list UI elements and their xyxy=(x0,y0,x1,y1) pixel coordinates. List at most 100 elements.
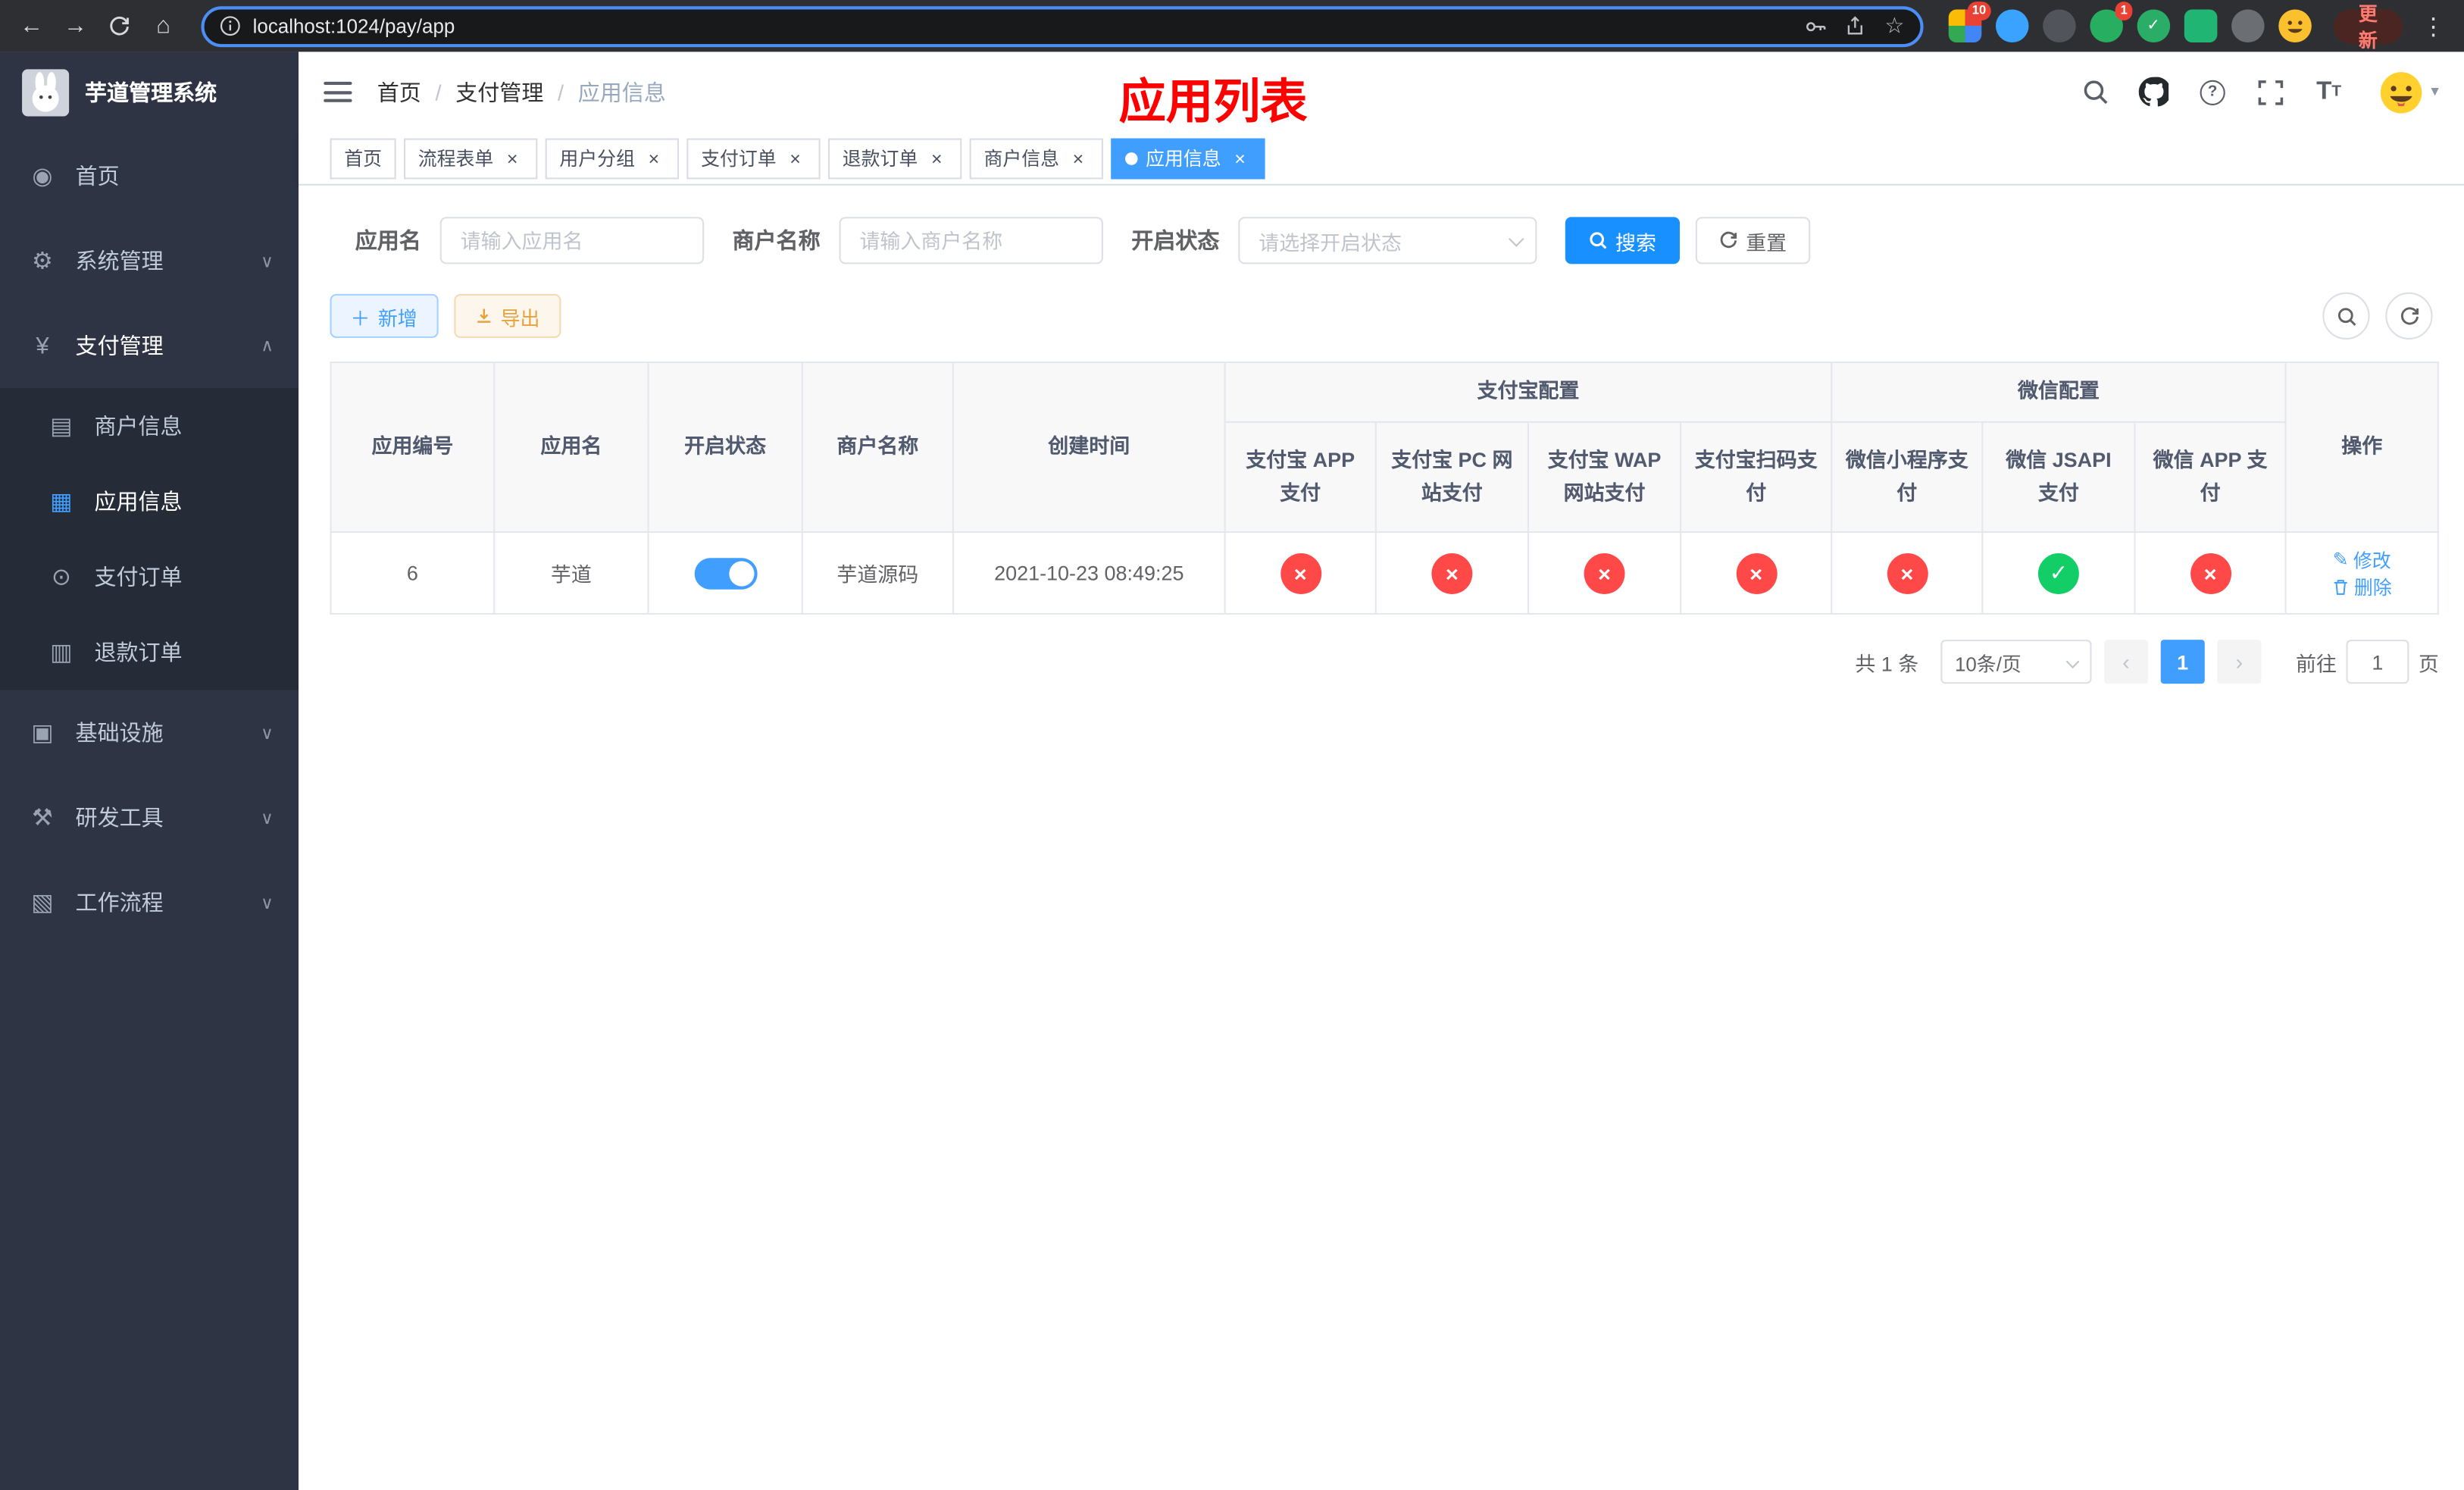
next-page-button[interactable]: › xyxy=(2217,640,2262,684)
sidebar-item-workflow[interactable]: ▧ 工作流程 ∨ xyxy=(0,859,299,944)
extension-grid-icon[interactable]: 10 xyxy=(1948,2,1991,42)
col-status: 开启状态 xyxy=(647,362,803,534)
tab-merchant-info[interactable]: 商户信息 × xyxy=(969,137,1104,179)
sidebar-item-label: 研发工具 xyxy=(75,804,164,831)
status-select[interactable]: 请选择开启状态 xyxy=(1238,217,1537,265)
sidebar-subitem-refund-order[interactable]: ▥ 退款订单 xyxy=(0,615,299,690)
add-button[interactable]: ＋ 新增 xyxy=(330,293,438,338)
alipay-qr-status-icon: × xyxy=(1735,552,1777,593)
page-size-select[interactable]: 10条/页 xyxy=(1940,640,2092,684)
chevron-down-icon xyxy=(2065,655,2080,668)
sidebar-item-payment[interactable]: ¥ 支付管理 ∨ xyxy=(0,303,299,388)
tab-user-group[interactable]: 用户分组 × xyxy=(545,137,680,179)
font-size-icon[interactable]: TT xyxy=(2312,75,2347,110)
search-button[interactable]: 搜索 xyxy=(1565,217,1681,265)
navbar: 首页 / 支付管理 / 应用信息 应用列表 ? T T ▾ xyxy=(299,52,2464,133)
sidebar-subitem-merchant-info[interactable]: ▤ 商户信息 xyxy=(0,388,299,464)
tab-pay-order[interactable]: 支付订单 × xyxy=(686,137,821,179)
alipay-app-status-icon: × xyxy=(1280,552,1321,593)
page-number-1[interactable]: 1 xyxy=(2160,640,2205,684)
sidebar-toggle-icon[interactable] xyxy=(324,81,352,102)
tab-app-info[interactable]: 应用信息 × xyxy=(1111,137,1265,179)
tab-close-icon[interactable]: × xyxy=(502,147,524,169)
bookmark-star-icon[interactable]: ☆ xyxy=(1884,13,1904,39)
grid-icon: ▦ xyxy=(50,489,73,516)
tab-close-icon[interactable]: × xyxy=(643,147,664,169)
tab-close-icon[interactable]: × xyxy=(1067,147,1089,169)
refresh-table-button[interactable] xyxy=(2385,292,2433,340)
tab-close-icon[interactable]: × xyxy=(784,147,806,169)
search-icon[interactable] xyxy=(2079,75,2114,110)
sidebar-item-infrastructure[interactable]: ▣ 基础设施 ∨ xyxy=(0,690,299,775)
tab-process-form[interactable]: 流程表单 × xyxy=(404,137,538,179)
browser-menu-icon[interactable]: ⋮ xyxy=(2416,12,2452,40)
extension-drop-icon[interactable] xyxy=(1995,9,2029,42)
status-toggle[interactable] xyxy=(693,557,757,589)
tab-close-icon[interactable]: × xyxy=(926,147,948,169)
navbar-right-menu: ? TT ▾ xyxy=(2079,70,2439,114)
browser-home-button[interactable]: ⌂ xyxy=(145,5,183,46)
sidebar-logo[interactable]: 芋道管理系统 xyxy=(0,52,299,133)
wechat-mini-cell: × xyxy=(1831,531,1984,615)
delete-link[interactable]: 删除 xyxy=(2332,573,2392,599)
download-icon xyxy=(477,308,490,323)
extension-dark-icon[interactable] xyxy=(2042,9,2076,42)
goto-page-input[interactable] xyxy=(2346,640,2409,684)
chevron-down-icon: ∨ xyxy=(261,809,274,828)
github-icon[interactable] xyxy=(2137,75,2172,110)
url-bar[interactable]: localhost:1024/pay/app ☆ xyxy=(201,5,1924,47)
extension-square-icon[interactable] xyxy=(2184,9,2218,42)
status-cell xyxy=(647,531,803,615)
avatar-emoji xyxy=(2380,71,2422,113)
sidebar-item-label: 首页 xyxy=(75,163,120,189)
card-icon: ▤ xyxy=(50,413,73,440)
tab-close-icon[interactable]: × xyxy=(1229,147,1251,169)
toggle-search-button[interactable] xyxy=(2322,292,2370,340)
browser-back-button[interactable]: ← xyxy=(13,5,51,46)
breadcrumb-separator: / xyxy=(435,79,442,105)
breadcrumb-payment[interactable]: 支付管理 xyxy=(455,77,543,108)
tab-home[interactable]: 首页 xyxy=(330,137,396,179)
actions-cell: ✎ 修改 删除 xyxy=(2284,531,2439,615)
breadcrumb-home[interactable]: 首页 xyxy=(377,77,421,108)
share-icon[interactable] xyxy=(1846,16,1866,36)
tab-refund-order[interactable]: 退款订单 × xyxy=(828,137,962,179)
sidebar-item-devtools[interactable]: ⚒ 研发工具 ∨ xyxy=(0,775,299,859)
edit-link[interactable]: ✎ 修改 xyxy=(2333,546,2391,573)
password-key-icon[interactable] xyxy=(1805,15,1827,37)
fullscreen-icon[interactable] xyxy=(2253,75,2288,110)
tab-label: 支付订单 xyxy=(701,147,777,170)
sidebar-item-system[interactable]: ⚙ 系统管理 ∨ xyxy=(0,218,299,303)
page-title: 应用列表 xyxy=(1118,77,1308,130)
chevron-down-icon: ∨ xyxy=(261,252,274,271)
sidebar-item-label: 基础设施 xyxy=(75,719,164,746)
col-wechat-jsapi: 微信 JSAPI 支付 xyxy=(1981,421,2136,534)
user-avatar[interactable]: ▾ xyxy=(2379,70,2439,114)
help-icon[interactable]: ? xyxy=(2195,75,2230,110)
browser-update-button[interactable]: 更新 xyxy=(2333,2,2403,51)
export-button[interactable]: 导出 xyxy=(453,293,561,338)
app-name-input[interactable] xyxy=(439,217,705,265)
extension-green-avatar-icon[interactable]: 1 xyxy=(2090,2,2133,42)
prev-page-button[interactable]: ‹ xyxy=(2103,640,2149,684)
sidebar-item-label: 支付订单 xyxy=(94,564,183,590)
sidebar-item-home[interactable]: ◉ 首页 xyxy=(0,133,299,218)
merchant-name-input[interactable] xyxy=(839,217,1103,265)
extension-face-icon[interactable] xyxy=(2278,9,2312,42)
site-info-icon[interactable] xyxy=(220,16,240,36)
tools-icon: ⚒ xyxy=(32,804,53,832)
content: 应用名 商户名称 开启状态 请选择开启状态 xyxy=(299,185,2464,1490)
col-group-wechat: 微信配置 xyxy=(1831,362,2287,423)
app-id-cell: 6 xyxy=(330,531,496,615)
browser-toolbar: ← → ⌂ localhost:1024/pay/app ☆ 10 1 ✓ 更新… xyxy=(0,0,2464,52)
extension-check-icon[interactable]: ✓ xyxy=(2137,9,2170,42)
wechat-app-cell: × xyxy=(2134,531,2287,615)
active-dot xyxy=(1125,152,1138,164)
extension-puzzle-icon[interactable] xyxy=(2231,9,2265,42)
browser-refresh-button[interactable] xyxy=(101,5,139,46)
sidebar-subitem-app-info[interactable]: ▦ 应用信息 xyxy=(0,464,299,540)
browser-forward-button[interactable]: → xyxy=(57,5,95,46)
sidebar-subitem-pay-order[interactable]: ⊙ 支付订单 xyxy=(0,539,299,615)
reset-button[interactable]: 重置 xyxy=(1695,217,1811,265)
filter-form: 应用名 商户名称 开启状态 请选择开启状态 xyxy=(355,217,2433,265)
